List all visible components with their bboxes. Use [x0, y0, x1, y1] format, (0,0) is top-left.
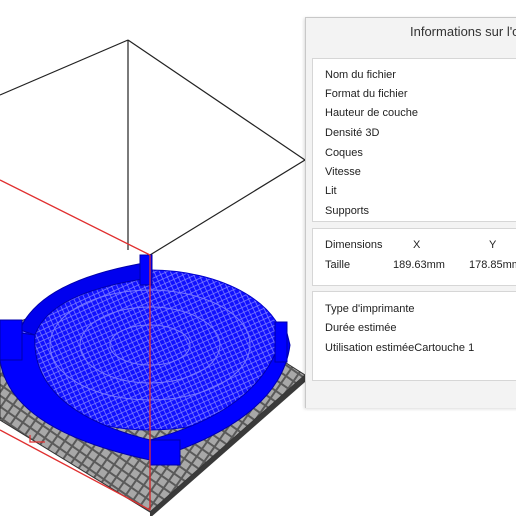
- label-speed: Vitesse: [325, 166, 361, 178]
- size-y-value: 178.85mm: [469, 259, 516, 271]
- column-x: X: [413, 239, 421, 251]
- label-printer-type: Type d'imprimante: [325, 303, 415, 315]
- label-bed: Lit: [325, 185, 337, 197]
- dimensions-group: Dimensions X Y Taille 189.63mm 178.85mm: [312, 228, 516, 286]
- label-supports: Supports: [325, 205, 370, 217]
- label-estimated-time: Durée estimée: [325, 322, 397, 334]
- panel-title: Informations sur l'ob: [410, 24, 516, 39]
- print-info-group: Type d'imprimante Durée estimée Utilisat…: [312, 291, 516, 381]
- model-foot-left: [0, 319, 23, 361]
- label-dimensions: Dimensions: [325, 239, 383, 251]
- label-size: Taille: [325, 259, 351, 271]
- file-info-group: Nom du fichier Format du fichier Hauteur…: [312, 58, 516, 222]
- label-shells: Coques: [325, 147, 363, 159]
- label-estimated-usage: Utilisation estiméeCartouche 1: [325, 342, 475, 354]
- label-density: Densité 3D: [325, 127, 380, 139]
- label-file-format: Format du fichier: [325, 88, 408, 100]
- size-x-value: 189.63mm: [393, 259, 445, 271]
- model-post-right: [274, 321, 288, 363]
- label-file-name: Nom du fichier: [325, 69, 396, 81]
- model-foot-front: [149, 439, 181, 466]
- label-layer-height: Hauteur de couche: [325, 107, 418, 119]
- column-y: Y: [489, 239, 497, 251]
